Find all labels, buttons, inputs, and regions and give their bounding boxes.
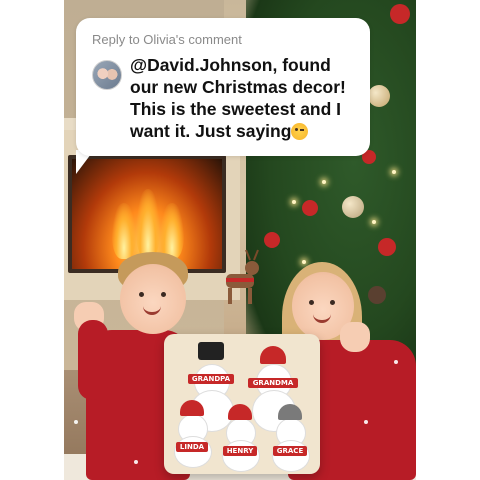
tree-light (372, 220, 376, 224)
tree-light (392, 170, 396, 174)
ornament (378, 238, 396, 256)
flame (112, 203, 136, 259)
sign-grandpa: GRANDPA (188, 374, 234, 384)
boy-face (120, 264, 186, 334)
knit-hat (278, 404, 302, 420)
snowflake (204, 400, 208, 404)
snowflake (74, 420, 78, 424)
snowman-body (222, 440, 260, 472)
winking-face-icon (291, 123, 309, 140)
flame (136, 189, 160, 259)
reindeer-decoration (216, 248, 264, 308)
ornament (302, 200, 318, 216)
snowflake (364, 420, 368, 424)
top-hat (198, 342, 224, 360)
eye (161, 292, 166, 297)
ornament (368, 85, 390, 107)
tree-light (302, 260, 306, 264)
snowflake (394, 360, 398, 364)
comment-text: @David.Johnson, found our new Christmas … (130, 54, 362, 142)
reply-label: Reply to Olivia's comment (92, 32, 242, 47)
ornament (390, 4, 410, 24)
sign-grace: GRACE (273, 446, 307, 456)
flame (160, 203, 184, 259)
knit-hat (260, 346, 286, 364)
snowman-body (174, 436, 212, 468)
smile (143, 304, 161, 315)
comment-body: @David.Johnson, found our new Christmas … (130, 55, 346, 141)
snowflake (134, 460, 138, 464)
pinecone (368, 286, 386, 304)
eye (330, 300, 335, 305)
snowman-body (272, 440, 310, 472)
sign-linda: LINDA (176, 442, 208, 452)
sign-grandma: GRANDMA (248, 378, 298, 388)
knit-hat (228, 404, 252, 420)
smile (313, 312, 331, 323)
snowman-pillow: GRANDPA GRANDMA LINDA HENRY GRACE (164, 334, 320, 474)
sign-henry: HENRY (223, 446, 257, 456)
tree-light (292, 200, 296, 204)
eye (309, 300, 314, 305)
commenter-avatar[interactable] (92, 60, 122, 90)
ornament (264, 232, 280, 248)
eye (139, 292, 144, 297)
reply-comment-bubble: Reply to Olivia's comment @David.Johnson… (76, 18, 370, 156)
girl-waving-hand (340, 322, 370, 352)
ornament (342, 196, 364, 218)
boy-arm (78, 320, 108, 400)
tree-light (322, 180, 326, 184)
